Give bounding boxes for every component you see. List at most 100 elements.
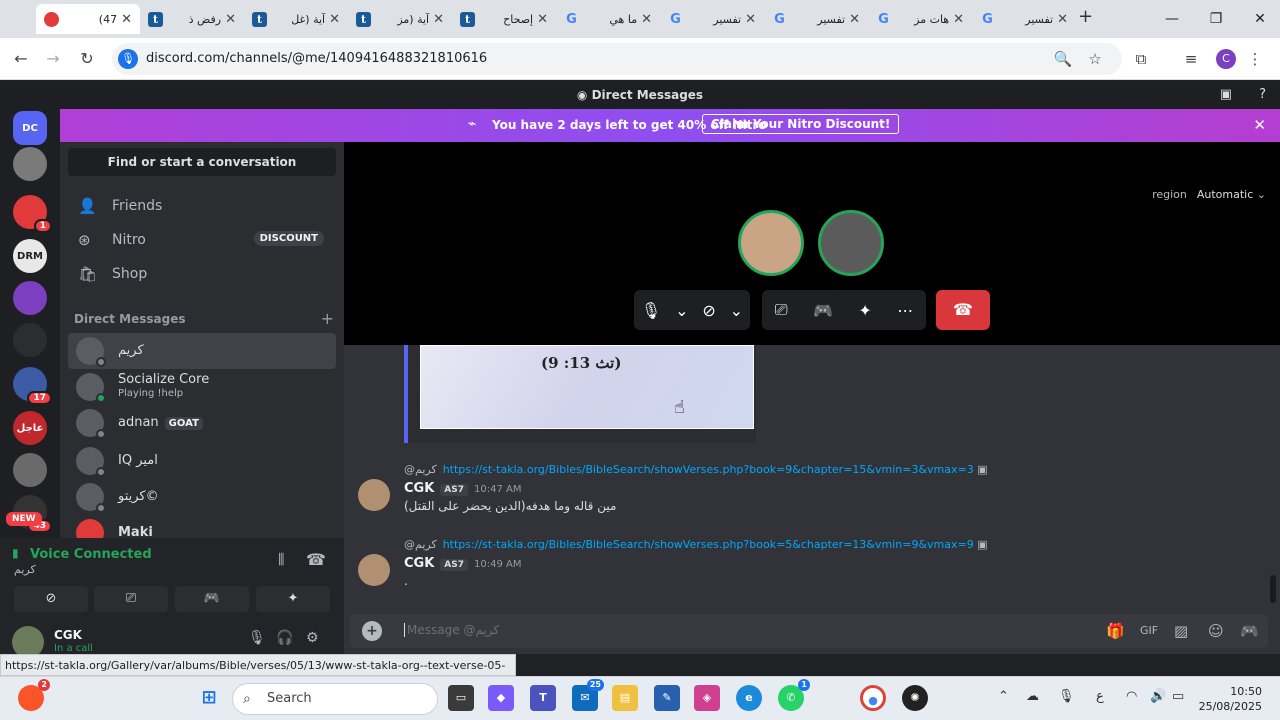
whatsapp-icon[interactable]: ✆ 1 <box>778 679 810 711</box>
reload-icon[interactable]: ↻ <box>74 46 100 72</box>
soundboard-button[interactable]: ✦ <box>256 586 330 612</box>
microphone-icon[interactable]: 🎙 <box>248 630 266 646</box>
sticker-icon[interactable]: ▨ <box>1174 622 1188 640</box>
url-text[interactable]: discord.com/channels/@me/140941648832181… <box>146 51 487 66</box>
reply-preview[interactable]: @كريم https://st-takla.org/Bibles/BibleSe… <box>404 538 988 551</box>
close-tab-icon[interactable]: ✕ <box>225 12 236 27</box>
minimize-window-button[interactable]: — <box>1152 6 1192 32</box>
find-conversation-search[interactable]: Find or start a conversation <box>68 148 336 176</box>
call-participant-avatar[interactable] <box>738 210 804 276</box>
server-icon[interactable] <box>13 323 47 357</box>
onedrive-icon[interactable]: ☁ <box>1026 689 1039 704</box>
chrome-icon[interactable]: ● <box>860 685 886 711</box>
extensions-icon[interactable]: ⧉ <box>1130 48 1152 70</box>
chevron-down-icon[interactable]: ⌄ <box>675 301 688 320</box>
gif-icon[interactable]: GIF <box>1140 624 1158 637</box>
message-input[interactable]: + Message @كريم 🎁 GIF ▨ ☺ 🎮 <box>350 614 1268 648</box>
app-icon[interactable]: ✺ <box>902 685 928 711</box>
volume-icon[interactable]: 🔊 <box>1150 689 1166 704</box>
menu-icon[interactable]: ⋮ <box>1244 48 1266 70</box>
zoom-icon[interactable]: 🔍 <box>1052 48 1074 70</box>
verse-link[interactable]: https://st-takla.org/Bibles/BibleSearch/… <box>443 463 974 476</box>
close-tab-icon[interactable]: ✕ <box>329 12 340 27</box>
close-tab-icon[interactable]: ✕ <box>641 12 652 27</box>
browser-tab[interactable]: (47 ✕ <box>36 4 140 34</box>
embedded-image[interactable]: (تث 13: 9) <box>420 345 754 429</box>
headphones-icon[interactable]: 🎧 <box>276 630 293 646</box>
avatar[interactable] <box>358 479 390 511</box>
microphone-icon[interactable]: 🎙 <box>641 301 661 320</box>
windows-start-icon[interactable]: ⊞ <box>196 685 222 711</box>
chat-scrollbar[interactable] <box>1270 575 1276 603</box>
mail-icon[interactable]: ✉ 25 <box>572 679 604 711</box>
copilot-icon[interactable]: ◆ <box>488 685 514 711</box>
dm-item[interactable]: IQ امير <box>68 443 336 479</box>
leave-call-button[interactable]: ☎ <box>936 290 990 330</box>
camera-off-button[interactable]: ⊘ <box>14 586 88 612</box>
file-explorer-icon[interactable]: ▤ <box>612 685 638 711</box>
close-tab-icon[interactable]: ✕ <box>953 12 964 27</box>
whiteboard-icon[interactable]: ✎ <box>654 685 680 711</box>
clock[interactable]: 10:50 25/08/2025 <box>1199 684 1262 714</box>
create-dm-icon[interactable]: + <box>321 309 334 328</box>
settings-gear-icon[interactable]: ⚙ <box>306 630 319 646</box>
browser-tab[interactable]: t آية (مز ✕ <box>348 4 452 34</box>
claim-nitro-button[interactable]: Claim Your Nitro Discount! <box>702 114 900 134</box>
browser-tab[interactable]: G تفسير ✕ <box>972 4 1076 34</box>
server-icon[interactable]: DRM <box>13 239 47 273</box>
nav-shop[interactable]: 🛍 Shop <box>68 258 336 290</box>
reply-preview[interactable]: @كريم https://st-takla.org/Bibles/BibleSe… <box>404 463 988 476</box>
browser-tab[interactable]: G ما هي ✕ <box>556 4 660 34</box>
activity-button[interactable]: 🎮 <box>175 586 249 612</box>
dm-item[interactable]: كريتو© <box>68 479 336 515</box>
nav-nitro[interactable]: ⊛ Nitro DISCOUNT <box>68 224 336 256</box>
server-icon[interactable]: عاجل <box>13 411 47 445</box>
avatar[interactable] <box>358 554 390 586</box>
new-tab-button[interactable]: + <box>1078 6 1093 27</box>
activity-icon[interactable]: 🎮 <box>1240 622 1259 640</box>
more-icon[interactable]: ⋯ <box>897 301 913 320</box>
brave-browser-icon[interactable]: 2 <box>18 679 50 711</box>
soundboard-icon[interactable]: ✦ <box>858 301 871 320</box>
task-view-icon[interactable]: ▭ <box>448 685 474 711</box>
help-icon[interactable]: ? <box>1259 81 1266 109</box>
close-tab-icon[interactable]: ✕ <box>121 12 132 27</box>
region-selector[interactable]: region Automatic ⌄ <box>1152 188 1266 201</box>
taskbar-search[interactable]: ⌕ Search <box>232 683 438 715</box>
server-icon[interactable] <box>13 147 47 181</box>
address-bar[interactable]: 🎙 discord.com/channels/@me/1409416488321… <box>112 43 1122 75</box>
disconnect-icon[interactable]: ☎ <box>306 550 326 569</box>
gift-icon[interactable]: 🎁 <box>1106 622 1125 640</box>
message-author[interactable]: CGK <box>404 481 434 496</box>
microphone-icon[interactable]: 🎙 <box>1058 689 1075 704</box>
message-author[interactable]: CGK <box>404 556 434 571</box>
voice-status[interactable]: Voice Connected <box>30 547 152 562</box>
message-placeholder[interactable]: Message @كريم <box>404 623 499 637</box>
close-icon[interactable]: ✕ <box>1253 116 1266 134</box>
browser-tab[interactable]: t آية (غل ✕ <box>244 4 348 34</box>
server-icon[interactable] <box>13 281 47 315</box>
microphone-icon[interactable]: 🎙 <box>118 49 138 69</box>
browser-tab[interactable]: t إصحاح ✕ <box>452 4 556 34</box>
activity-icon[interactable]: 🎮 <box>813 301 833 320</box>
close-tab-icon[interactable]: ✕ <box>849 12 860 27</box>
close-tab-icon[interactable]: ✕ <box>433 12 444 27</box>
dm-item[interactable]: كريم <box>68 333 336 369</box>
language-indicator[interactable]: ع <box>1096 689 1104 704</box>
close-tab-icon[interactable]: ✕ <box>1057 12 1068 27</box>
verse-link[interactable]: https://st-takla.org/Bibles/BibleSearch/… <box>443 538 974 551</box>
inbox-icon[interactable]: ▣ <box>1220 81 1232 109</box>
close-window-button[interactable]: ✕ <box>1240 6 1280 32</box>
emoji-icon[interactable]: ☺ <box>1208 622 1224 640</box>
call-participant-avatar[interactable] <box>818 210 884 276</box>
wifi-icon[interactable]: ◠ <box>1126 689 1137 704</box>
close-tab-icon[interactable]: ✕ <box>537 12 548 27</box>
screen-share-icon[interactable]: ⎚ <box>775 300 788 320</box>
teams-icon[interactable]: T <box>530 685 556 711</box>
battery-icon[interactable]: ▭ <box>1172 689 1184 704</box>
server-icon[interactable]: 17 <box>13 367 52 405</box>
chevron-down-icon[interactable]: ⌄ <box>730 301 743 320</box>
forward-icon[interactable]: → <box>40 46 66 72</box>
edge-icon[interactable]: e <box>736 685 762 711</box>
office-icon[interactable]: ◈ <box>694 685 720 711</box>
